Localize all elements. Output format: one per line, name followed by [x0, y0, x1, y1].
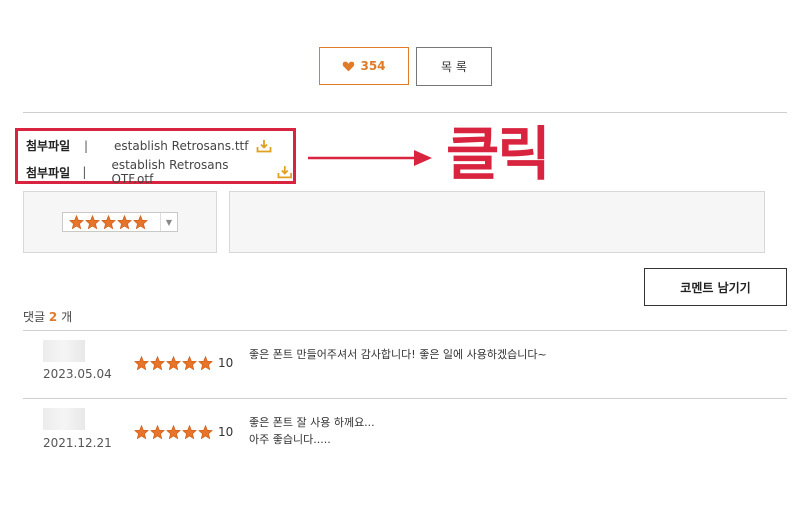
- comment-date: 2023.05.04: [43, 367, 112, 381]
- attachment-filename-link[interactable]: establish Retrosans.ttf: [114, 139, 248, 153]
- attachments-highlight-box: 첨부파일 | establish Retrosans.ttf 첨부파일 | es…: [15, 128, 296, 186]
- comment-count-prefix: 댓글: [23, 310, 46, 324]
- comment-rating: 10: [134, 356, 233, 370]
- attachment-row: 첨부파일 | establish Retrosans.ttf: [26, 137, 272, 154]
- avatar: [43, 408, 85, 430]
- star-icon: [166, 425, 181, 439]
- like-button[interactable]: 354: [319, 47, 409, 85]
- star-icon: [134, 356, 149, 370]
- comment-rating: 10: [134, 425, 233, 439]
- comment-text-line: 좋은 폰트 잘 사용 하께요...: [249, 416, 375, 429]
- comment-date: 2021.12.21: [43, 436, 112, 450]
- chevron-down-icon: ▼: [160, 213, 177, 231]
- rating-value: 10: [218, 356, 234, 370]
- comment-count-number: 2: [48, 310, 58, 324]
- attachment-separator: |: [84, 138, 89, 153]
- star-icon: [117, 215, 132, 229]
- avatar: [43, 340, 85, 362]
- star-icon: [198, 356, 213, 370]
- star-icon: [150, 425, 165, 439]
- attachment-row: 첨부파일 | establish Retrosans OTF.otf: [26, 158, 293, 186]
- comment-text-line: 좋은 폰트 만들어주셔서 감사합니다! 좋은 일에 사용하겠습니다~: [249, 348, 547, 361]
- star-icon: [85, 215, 100, 229]
- rating-value: 10: [218, 425, 234, 439]
- comment-count-suffix: 개: [61, 310, 73, 324]
- download-icon[interactable]: [256, 139, 272, 153]
- star-icon: [101, 215, 116, 229]
- comment-text-line: 아주 좋습니다.....: [249, 433, 331, 446]
- star-icon: [182, 356, 197, 370]
- annotation-arrow-icon: [308, 150, 432, 166]
- star-icon: [134, 425, 149, 439]
- star-icon: [198, 425, 213, 439]
- divider: [23, 398, 787, 399]
- like-count: 354: [360, 59, 386, 73]
- divider: [23, 330, 787, 331]
- rating-select[interactable]: ▼: [62, 212, 178, 232]
- attachment-filename-link[interactable]: establish Retrosans OTF.otf: [111, 158, 269, 186]
- heart-icon: [343, 61, 355, 72]
- list-button[interactable]: 목 록: [416, 47, 492, 86]
- star-icon: [69, 215, 84, 229]
- attachment-separator: |: [82, 165, 87, 179]
- comment-count: 댓글 2 개: [23, 308, 72, 325]
- comment-text: 좋은 폰트 만들어주셔서 감사합니다! 좋은 일에 사용하겠습니다~: [249, 346, 547, 363]
- attachment-label: 첨부파일: [26, 139, 71, 153]
- comment-text: 좋은 폰트 잘 사용 하께요... 아주 좋습니다.....: [249, 414, 375, 448]
- star-icon: [133, 215, 148, 229]
- download-icon[interactable]: [277, 165, 293, 179]
- attachment-label: 첨부파일: [26, 165, 71, 180]
- write-comment-button[interactable]: 코멘트 남기기: [644, 268, 787, 306]
- star-icon: [166, 356, 181, 370]
- click-annotation: 클릭: [446, 120, 551, 188]
- rating-select-stars: [63, 215, 160, 229]
- divider: [23, 112, 787, 113]
- star-icon: [150, 356, 165, 370]
- star-icon: [182, 425, 197, 439]
- comment-textarea[interactable]: [229, 191, 765, 253]
